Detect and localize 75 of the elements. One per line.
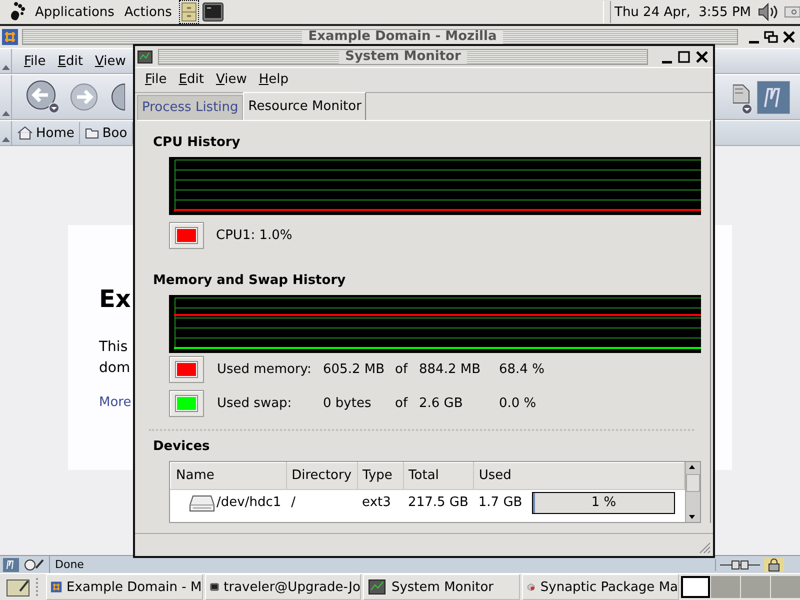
maximize-icon[interactable] bbox=[678, 50, 690, 64]
color-button[interactable] bbox=[169, 390, 204, 418]
section-heading: CPU History bbox=[153, 134, 242, 150]
cpu-label: CPU1: 1.0% bbox=[216, 228, 292, 244]
workspace[interactable] bbox=[681, 576, 710, 598]
foot-icon[interactable] bbox=[8, 2, 26, 22]
toolbar-grip-icon[interactable] bbox=[2, 111, 10, 116]
task-button[interactable]: Example Domain - M bbox=[46, 574, 203, 600]
resize-grip-icon[interactable] bbox=[697, 540, 711, 554]
column-header[interactable]: Name bbox=[170, 462, 286, 490]
task-button[interactable]: Synaptic Package Ma bbox=[522, 574, 679, 600]
task-button[interactable]: System Monitor bbox=[363, 574, 520, 600]
monitor-icon bbox=[368, 579, 386, 595]
monitor-app-icon bbox=[137, 50, 153, 64]
of-label: of bbox=[395, 362, 409, 378]
toolbar-grip-icon[interactable] bbox=[2, 137, 10, 142]
volume-icon[interactable] bbox=[757, 2, 779, 22]
memory-label: Used swap: bbox=[217, 396, 293, 412]
menu-item[interactable]: Edit bbox=[52, 54, 89, 68]
m-logo-icon[interactable] bbox=[3, 558, 19, 572]
memory-used: 605.2 MB bbox=[323, 362, 386, 378]
column-header[interactable]: Used bbox=[473, 462, 684, 490]
section-heading: Devices bbox=[153, 438, 211, 454]
restore-icon[interactable] bbox=[764, 30, 778, 44]
page-link[interactable]: More bbox=[99, 395, 132, 410]
home-icon bbox=[17, 126, 33, 140]
column-header[interactable]: Type bbox=[357, 462, 404, 490]
page-heading: Ex bbox=[99, 285, 131, 313]
memory-percent: 68.4 % bbox=[499, 362, 544, 378]
window-title: Example Domain - Mozilla bbox=[302, 30, 503, 44]
close-icon[interactable] bbox=[695, 50, 709, 64]
tab[interactable]: Process Listing bbox=[137, 94, 244, 120]
memory-percent: 0.0 % bbox=[499, 396, 536, 412]
lock-icon bbox=[764, 558, 784, 572]
of-label: of bbox=[395, 396, 409, 412]
menu-item[interactable]: View bbox=[88, 54, 132, 68]
hard-drive-icon bbox=[188, 494, 214, 512]
m-logo-icon[interactable] bbox=[757, 80, 790, 114]
page-text: dom bbox=[99, 359, 130, 378]
page-text: This bbox=[99, 338, 128, 357]
column-header[interactable]: Directory bbox=[286, 462, 358, 490]
menu-item[interactable]: Help bbox=[252, 72, 294, 88]
panel-menu[interactable]: Applications bbox=[30, 2, 120, 22]
column-header[interactable]: Total bbox=[403, 462, 474, 490]
window-title: System Monitor bbox=[339, 50, 467, 64]
browser-icon bbox=[50, 579, 62, 595]
scrollbar[interactable] bbox=[685, 462, 700, 522]
task-button[interactable]: traveler@Upgrade-Jo bbox=[204, 574, 362, 600]
file-cabinet-icon[interactable] bbox=[178, 0, 199, 24]
color-button[interactable] bbox=[169, 222, 204, 250]
panel-menu[interactable]: Actions bbox=[119, 2, 177, 22]
color-button[interactable] bbox=[169, 356, 204, 384]
connection-icon bbox=[715, 558, 760, 570]
show-desktop-icon[interactable] bbox=[6, 577, 30, 597]
panel-handle[interactable] bbox=[602, 1, 610, 23]
menu-item[interactable]: View bbox=[210, 72, 253, 88]
memory-label: Used memory: bbox=[217, 362, 312, 378]
terminal-icon[interactable] bbox=[202, 2, 224, 22]
tab[interactable]: Resource Monitor bbox=[243, 92, 366, 120]
usage-percent: 1 % bbox=[591, 495, 616, 510]
menu-item[interactable]: File bbox=[18, 54, 52, 68]
section-heading: Memory and Swap History bbox=[153, 272, 347, 288]
memory-total: 2.6 GB bbox=[419, 396, 464, 412]
close-icon[interactable] bbox=[782, 30, 796, 44]
clock[interactable]: Thu 24 Apr, 3:55 PM bbox=[614, 4, 751, 20]
mozilla-app-icon bbox=[2, 29, 18, 45]
menu-item[interactable]: File bbox=[139, 72, 173, 88]
toolbar-grip-icon[interactable] bbox=[2, 65, 10, 70]
forward-icon[interactable] bbox=[68, 81, 100, 113]
table-cell: 1.7 GB bbox=[478, 495, 522, 510]
menu-item[interactable]: Edit bbox=[172, 72, 210, 88]
folder-icon bbox=[85, 127, 100, 139]
memory-used: 0 bytes bbox=[323, 396, 372, 412]
bookmark-item[interactable]: Home bbox=[12, 122, 80, 144]
memory-total: 884.2 MB bbox=[419, 362, 482, 378]
